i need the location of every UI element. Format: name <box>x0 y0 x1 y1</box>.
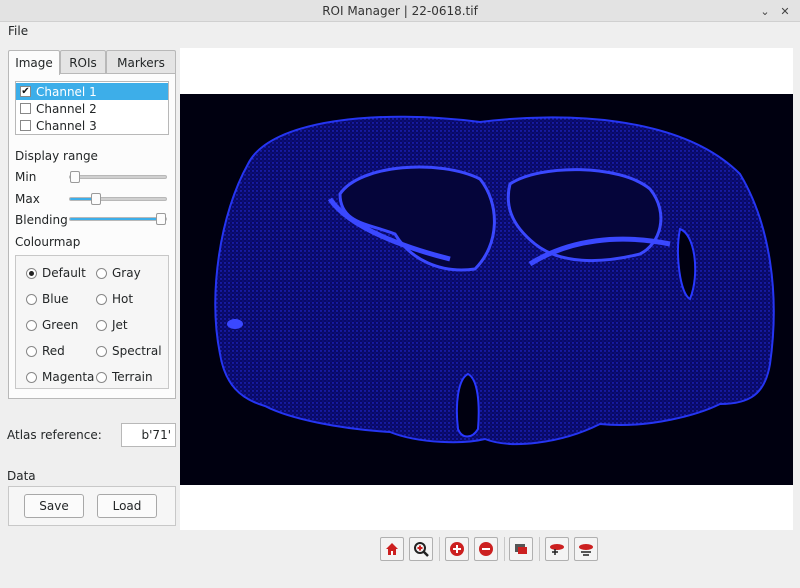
blending-slider-handle[interactable] <box>156 213 166 225</box>
channel-3-label: Channel 3 <box>36 118 97 133</box>
zoom-out-icon[interactable] <box>474 537 498 561</box>
menu-bar: File <box>0 22 800 42</box>
toolbar-separator <box>504 537 505 561</box>
tab-rois[interactable]: ROIs <box>60 50 106 74</box>
radio-gray[interactable] <box>96 267 107 279</box>
colourmap-option-label: Terrain <box>112 370 153 384</box>
remove-roi-icon[interactable] <box>574 537 598 561</box>
atlas-reference-field[interactable]: b'71' <box>121 423 176 447</box>
colourmap-option-label: Hot <box>112 292 134 306</box>
save-button[interactable]: Save <box>24 494 84 518</box>
colourmap-option-label: Default <box>42 266 86 280</box>
load-button[interactable]: Load <box>97 494 157 518</box>
atlas-reference-label: Atlas reference: <box>7 428 102 442</box>
channel-item-1[interactable]: ✔ Channel 1 <box>16 83 168 100</box>
min-label: Min <box>15 170 37 184</box>
colourmap-heading: Colourmap <box>15 235 81 249</box>
channel-1-label: Channel 1 <box>36 84 97 99</box>
colourmap-option-magenta[interactable]: Magenta <box>26 370 94 384</box>
tab-image[interactable]: Image <box>8 50 60 75</box>
colourmap-option-spectral[interactable]: Spectral <box>96 344 162 358</box>
colourmap-option-jet[interactable]: Jet <box>96 318 128 332</box>
brain-section-image[interactable] <box>180 94 793 485</box>
image-canvas[interactable] <box>180 48 793 530</box>
blending-label: Blending <box>15 213 68 227</box>
channel-1-checkbox[interactable]: ✔ <box>20 86 31 97</box>
colourmap-option-label: Green <box>42 318 79 332</box>
add-roi-icon[interactable] <box>545 537 569 561</box>
toolbar-separator <box>539 537 540 561</box>
display-range-heading: Display range <box>15 149 98 163</box>
title-bar: ROI Manager | 22-0618.tif ⌄ ✕ <box>0 0 800 22</box>
colourmap-option-gray[interactable]: Gray <box>96 266 141 280</box>
radio-magenta[interactable] <box>26 371 37 383</box>
brain-section-drawing <box>214 115 775 445</box>
radio-red[interactable] <box>26 345 37 357</box>
colourmap-option-label: Spectral <box>112 344 162 358</box>
data-heading: Data <box>7 469 36 483</box>
toolbar-separator <box>439 537 440 561</box>
channel-item-3[interactable]: Channel 3 <box>16 117 168 134</box>
layers-icon[interactable] <box>509 537 533 561</box>
channel-list: ✔ Channel 1 Channel 2 Channel 3 <box>15 81 169 135</box>
radio-default[interactable] <box>26 267 37 279</box>
radio-green[interactable] <box>26 319 37 331</box>
max-slider-handle[interactable] <box>90 193 101 205</box>
min-slider[interactable] <box>69 171 167 183</box>
channel-item-2[interactable]: Channel 2 <box>16 100 168 117</box>
blending-slider-fill <box>70 218 161 220</box>
colourmap-option-label: Gray <box>112 266 141 280</box>
max-slider[interactable] <box>69 193 167 205</box>
minimize-icon[interactable]: ⌄ <box>758 4 772 18</box>
channel-2-checkbox[interactable] <box>20 103 31 114</box>
colourmap-option-blue[interactable]: Blue <box>26 292 69 306</box>
radio-terrain[interactable] <box>96 371 107 383</box>
image-tab-panel: ✔ Channel 1 Channel 2 Channel 3 Display … <box>8 73 176 399</box>
colourmap-option-label: Blue <box>42 292 69 306</box>
window-title: ROI Manager | 22-0618.tif <box>322 4 478 18</box>
zoom-region-icon[interactable] <box>409 537 433 561</box>
zoom-in-icon[interactable] <box>445 537 469 561</box>
channel-2-label: Channel 2 <box>36 101 97 116</box>
colourmap-option-label: Red <box>42 344 65 358</box>
home-icon[interactable] <box>380 537 404 561</box>
radio-spectral[interactable] <box>96 345 107 357</box>
colourmap-group: Default Gray Blue Hot Green Jet Red Spec… <box>15 255 169 389</box>
colourmap-option-terrain[interactable]: Terrain <box>96 370 153 384</box>
colourmap-option-label: Jet <box>112 318 128 332</box>
data-group: Save Load <box>8 486 176 526</box>
colourmap-option-default[interactable]: Default <box>26 266 86 280</box>
radio-jet[interactable] <box>96 319 107 331</box>
colourmap-option-red[interactable]: Red <box>26 344 65 358</box>
close-icon[interactable]: ✕ <box>778 4 792 18</box>
colourmap-option-hot[interactable]: Hot <box>96 292 133 306</box>
min-slider-handle[interactable] <box>70 171 80 183</box>
radio-blue[interactable] <box>26 293 37 305</box>
colourmap-option-label: Magenta <box>42 370 95 384</box>
radio-hot[interactable] <box>96 293 107 305</box>
channel-3-checkbox[interactable] <box>20 120 31 131</box>
colourmap-option-green[interactable]: Green <box>26 318 78 332</box>
menu-file[interactable]: File <box>8 24 28 38</box>
blending-slider[interactable] <box>69 213 167 225</box>
tab-markers[interactable]: Markers <box>106 50 176 74</box>
max-label: Max <box>15 192 40 206</box>
